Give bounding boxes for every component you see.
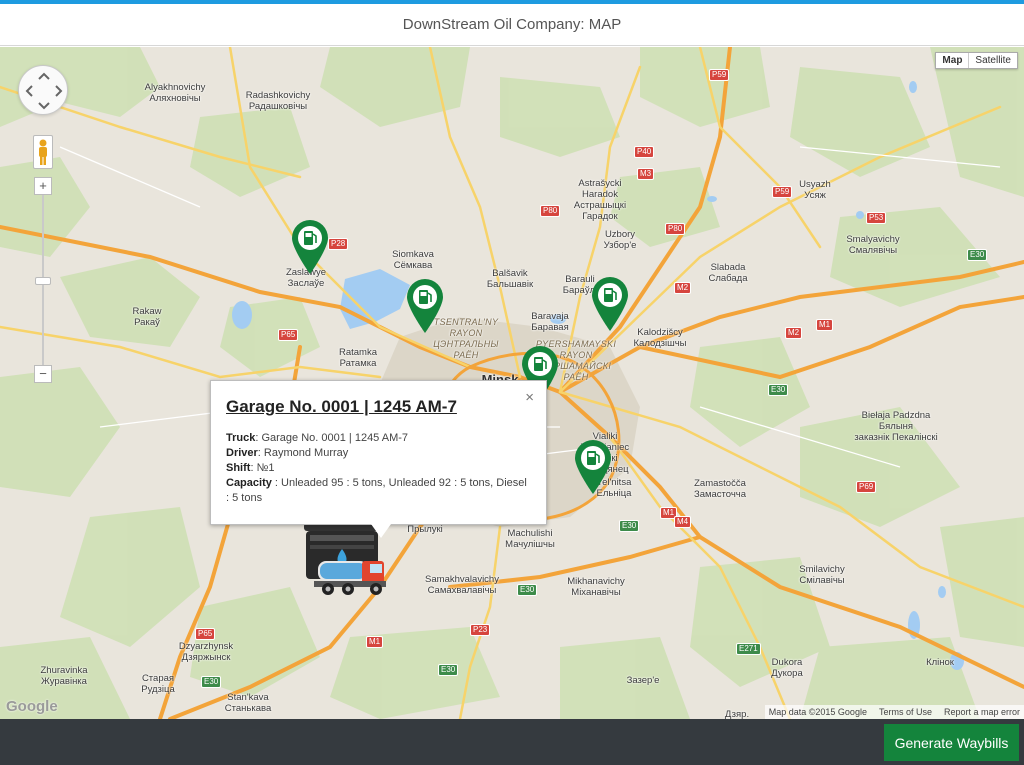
shift-value: : №1: [250, 462, 275, 474]
road-shield: P53: [866, 212, 887, 224]
place-label: Machulishi Мачулішчы: [505, 528, 555, 550]
place-label: Зазер'е: [626, 675, 660, 686]
road-shield: E30: [619, 520, 640, 532]
road-shield: E30: [967, 249, 988, 261]
road-shield: M2: [674, 282, 692, 294]
map-type-satellite-button[interactable]: Satellite: [969, 53, 1017, 68]
place-label: Radashkovichy Радашковічы: [245, 90, 311, 112]
fuel-station-marker[interactable]: [405, 278, 445, 334]
truck-info-popup: × Garage No. 0001 | 1245 AM-7 Truck: Gar…: [210, 380, 547, 538]
report-map-error-link[interactable]: Report a map error: [944, 707, 1020, 717]
place-label: Alyakhnovichy Аляхновічы: [144, 82, 206, 104]
place-label: Baravaja Баравая: [531, 311, 569, 333]
place-label: Samakhvalavichy Самахвалавічы: [425, 574, 499, 596]
pan-control[interactable]: [18, 65, 68, 115]
road-shield: P23: [470, 624, 491, 636]
driver-value: : Raymond Murray: [257, 447, 349, 459]
place-label: Astrašycki Haradok Астрашыцкі Гарадок: [573, 178, 627, 222]
place-label: Usyazh Усяж: [799, 179, 831, 201]
road-shield: P65: [195, 628, 216, 640]
zoom-slider-handle[interactable]: [35, 277, 51, 285]
page-header: DownStream Oil Company: MAP: [0, 4, 1024, 46]
road-shield: P40: [634, 146, 655, 158]
map-data-credit: Map data ©2015 Google: [768, 707, 867, 717]
pan-arrows-icon: [25, 72, 63, 110]
zoom-in-button[interactable]: +: [34, 177, 52, 195]
road-shield: E30: [768, 384, 789, 396]
popup-shift-row: Shift: №1: [226, 461, 531, 476]
place-label: Slabada Слабада: [708, 262, 748, 284]
place-label: Zhuravinka Журавінка: [40, 665, 88, 687]
map-type-control: Map Satellite: [935, 52, 1018, 69]
page-title: DownStream Oil Company: MAP: [402, 16, 622, 33]
google-logo[interactable]: Google: [6, 698, 58, 715]
place-label: Siomkava Сёмкава: [392, 249, 434, 271]
street-view-pegman[interactable]: [33, 135, 53, 169]
place-label: Mikhanavichy Міханавічы: [567, 576, 625, 598]
popup-capacity-row: Capacity : Unleaded 95 : 5 tons, Unleade…: [226, 476, 531, 506]
road-shield: M4: [674, 516, 692, 528]
place-label: Zamastočča Замасточча: [693, 478, 747, 500]
generate-waybills-button[interactable]: Generate Waybills: [884, 724, 1019, 761]
place-label: Клінок: [926, 657, 954, 668]
truck-label: Truck: [226, 432, 256, 444]
fuel-station-marker[interactable]: [573, 439, 613, 495]
terms-of-use-link[interactable]: Terms of Use: [879, 707, 932, 717]
place-label: Uzbory Узбор'е: [603, 229, 637, 251]
footer-bar: Generate Waybills: [0, 719, 1024, 765]
pegman-icon: [39, 139, 47, 165]
place-label: Biełaja Padzdna Бялыня заказнік Пекалінскі: [854, 410, 938, 443]
place-label: Balšavik Бальшавік: [486, 268, 534, 290]
road-shield: E30: [438, 664, 459, 676]
place-label: Дзяр.: [724, 709, 750, 719]
zoom-out-button[interactable]: −: [34, 365, 52, 383]
road-shield: E30: [201, 676, 222, 688]
road-shield: M1: [816, 319, 834, 331]
road-shield: E271: [736, 643, 761, 655]
fuel-station-marker[interactable]: [590, 276, 630, 332]
popup-driver-row: Driver: Raymond Murray: [226, 446, 531, 461]
map-type-map-button[interactable]: Map: [936, 53, 970, 68]
garage-truck-marker[interactable]: [300, 517, 412, 599]
place-label: Smalyavichy Смалявічы: [846, 234, 900, 256]
road-shield: M2: [785, 327, 803, 339]
place-label: Ratamka Ратамка: [338, 347, 378, 369]
road-shield: P59: [772, 186, 793, 198]
road-shield: P65: [278, 329, 299, 341]
shift-label: Shift: [226, 462, 251, 474]
map-canvas[interactable]: Alyakhnovichy Аляхновічы Radashkovichy Рад…: [0, 47, 1024, 719]
place-label: Kalodzišcy Калодзішчы: [633, 327, 687, 349]
place-label: Dukora Дукора: [771, 657, 803, 679]
road-shield: P69: [856, 481, 877, 493]
driver-label: Driver: [226, 447, 258, 459]
road-shield: P80: [665, 223, 686, 235]
close-icon[interactable]: ×: [525, 389, 534, 406]
popup-title[interactable]: Garage No. 0001 | 1245 AM-7: [226, 397, 531, 417]
road-shield: P80: [540, 205, 561, 217]
road-shield: P59: [709, 69, 730, 81]
fuel-station-marker[interactable]: [290, 219, 330, 275]
truck-value: : Garage No. 0001 | 1245 AM-7: [255, 432, 409, 444]
road-shield: E30: [517, 584, 538, 596]
capacity-value: : Unleaded 95 : 5 tons, Unleaded 92 : 5 …: [226, 477, 527, 504]
place-label: Dzyarzhynsk Дзяржынск: [178, 641, 234, 663]
road-shield: M1: [366, 636, 384, 648]
place-label: Stan'kava Станькава: [224, 692, 272, 714]
road-shield: M3: [637, 168, 655, 180]
zoom-control: + −: [33, 175, 53, 387]
place-label: Smilavichy Смілавічы: [799, 564, 845, 586]
place-label: Rakaw Ракаў: [132, 306, 162, 328]
road-shield: P28: [328, 238, 349, 250]
place-label: Прылукі: [407, 524, 443, 535]
map-attribution: Map data ©2015 Google Terms of Use Repor…: [764, 705, 1024, 719]
capacity-label: Capacity: [226, 477, 272, 489]
popup-truck-row: Truck: Garage No. 0001 | 1245 AM-7: [226, 431, 531, 446]
place-label: Старая Рудзіца: [141, 673, 175, 695]
